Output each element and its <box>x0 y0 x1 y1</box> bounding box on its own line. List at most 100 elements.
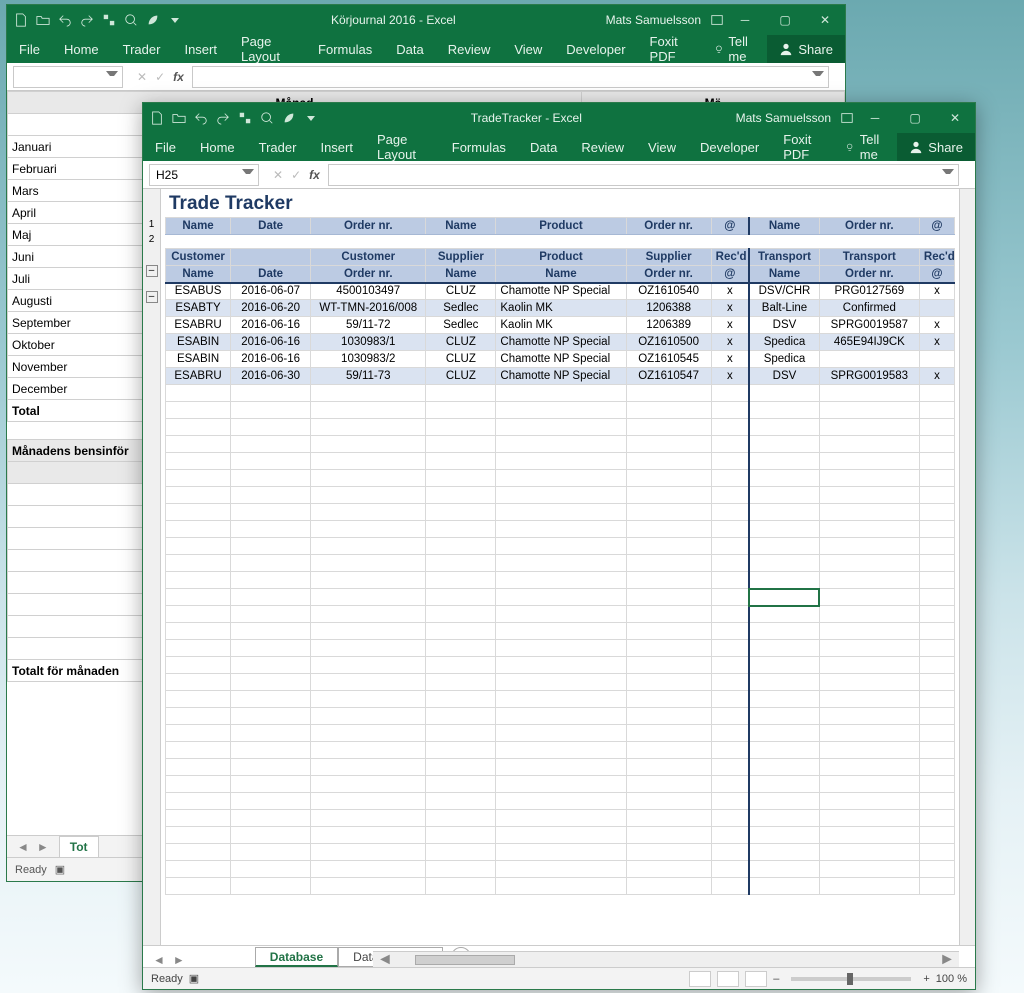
chevron-down-icon[interactable] <box>242 169 254 181</box>
tab-data[interactable]: Data <box>384 35 435 63</box>
view-pagelayout-button[interactable] <box>717 971 739 987</box>
chevron-down-icon[interactable] <box>942 169 954 181</box>
table-cell[interactable]: Confirmed <box>819 300 919 317</box>
table-cell[interactable]: 1206388 <box>626 300 711 317</box>
view-normal-button[interactable] <box>689 971 711 987</box>
tab-developer[interactable]: Developer <box>554 35 637 63</box>
table-cell[interactable]: Kaolin MK <box>496 317 626 334</box>
table-row[interactable]: ESABIN2016-06-161030983/1CLUZChamotte NP… <box>166 334 955 351</box>
table-cell[interactable]: SPRG0019587 <box>819 317 919 334</box>
ribbon-opts-icon[interactable] <box>839 110 855 126</box>
table-cell[interactable]: Chamotte NP Special <box>496 368 626 385</box>
name-box[interactable] <box>13 66 123 88</box>
tab-foxit[interactable]: Foxit PDF <box>771 133 835 161</box>
tab-view[interactable]: View <box>636 133 688 161</box>
maximize-button[interactable]: ▢ <box>765 5 805 35</box>
sheet-tab-tot[interactable]: Tot <box>59 836 99 858</box>
preview-icon[interactable] <box>123 12 139 28</box>
tab-file[interactable]: File <box>143 133 188 161</box>
table-cell[interactable]: Spedica <box>749 334 819 351</box>
table-cell[interactable]: 2016-06-16 <box>231 334 311 351</box>
table-cell[interactable]: x <box>919 368 954 385</box>
new-file-icon[interactable] <box>149 110 165 126</box>
zoom-out-button[interactable]: – <box>773 973 779 985</box>
table-cell[interactable]: CLUZ <box>426 334 496 351</box>
accept-fx-icon[interactable]: ✓ <box>291 168 301 182</box>
pivot-icon[interactable] <box>237 110 253 126</box>
tab-review[interactable]: Review <box>436 35 503 63</box>
tab-home[interactable]: Home <box>52 35 111 63</box>
tellme-search[interactable]: Tell me <box>835 133 897 161</box>
table-row[interactable]: ESABUS2016-06-074500103497CLUZChamotte N… <box>166 283 955 300</box>
leaf-icon[interactable] <box>281 110 297 126</box>
tradetracker-table[interactable]: Name Date Order nr. Name Product Order n… <box>165 217 955 895</box>
table-cell[interactable]: 465E94IJ9CK <box>819 334 919 351</box>
tab-view[interactable]: View <box>502 35 554 63</box>
table-cell[interactable]: Spedica <box>749 351 819 368</box>
table-cell[interactable]: 2016-06-30 <box>231 368 311 385</box>
table-cell[interactable]: Chamotte NP Special <box>496 351 626 368</box>
table-cell[interactable]: CLUZ <box>426 351 496 368</box>
chevron-down-icon[interactable] <box>812 71 824 83</box>
outline-collapse-icon[interactable]: – <box>146 265 158 277</box>
table-cell[interactable] <box>919 300 954 317</box>
name-box[interactable]: H25 <box>149 164 259 186</box>
table-cell[interactable] <box>819 351 919 368</box>
table-cell[interactable]: OZ1610540 <box>626 283 711 300</box>
formula-input[interactable] <box>328 164 959 186</box>
table-row[interactable]: ESABRU2016-06-3059/11-73CLUZChamotte NP … <box>166 368 955 385</box>
qat-dropdown-icon[interactable] <box>303 110 319 126</box>
minimize-button[interactable]: ─ <box>725 5 765 35</box>
sheet-nav-next[interactable]: ► <box>37 840 49 854</box>
ribbon-opts-icon[interactable] <box>709 12 725 28</box>
new-file-icon[interactable] <box>13 12 29 28</box>
table-cell[interactable] <box>919 351 954 368</box>
table-row[interactable]: ESABRU2016-06-1659/11-72SedlecKaolin MK1… <box>166 317 955 334</box>
table-cell[interactable]: Chamotte NP Special <box>496 334 626 351</box>
qat-dropdown-icon[interactable] <box>167 12 183 28</box>
pivot-icon[interactable] <box>101 12 117 28</box>
table-row[interactable]: ESABTY2016-06-20WT-TMN-2016/008SedlecKao… <box>166 300 955 317</box>
share-button[interactable]: Share <box>767 35 845 63</box>
leaf-icon[interactable] <box>145 12 161 28</box>
table-cell[interactable]: 1030983/1 <box>311 334 426 351</box>
table-cell[interactable]: Sedlec <box>426 300 496 317</box>
table-cell[interactable]: Kaolin MK <box>496 300 626 317</box>
vertical-scrollbar[interactable] <box>959 189 975 989</box>
close-button[interactable]: ✕ <box>805 5 845 35</box>
view-pagebreak-button[interactable] <box>745 971 767 987</box>
table-cell[interactable]: 1206389 <box>626 317 711 334</box>
worksheet-front[interactable]: 12 – – Trade Tracker Name Date <box>143 189 975 989</box>
undo-icon[interactable] <box>57 12 73 28</box>
table-cell[interactable]: ESABTY <box>166 300 231 317</box>
table-cell[interactable]: CLUZ <box>426 283 496 300</box>
table-cell[interactable]: x <box>711 368 749 385</box>
table-cell[interactable]: OZ1610545 <box>626 351 711 368</box>
table-cell[interactable]: 1030983/2 <box>311 351 426 368</box>
table-cell[interactable]: ESABRU <box>166 368 231 385</box>
table-cell[interactable]: x <box>711 317 749 334</box>
table-cell[interactable]: CLUZ <box>426 368 496 385</box>
table-cell[interactable]: DSV <box>749 317 819 334</box>
undo-icon[interactable] <box>193 110 209 126</box>
table-cell[interactable]: 59/11-73 <box>311 368 426 385</box>
formula-input[interactable] <box>192 66 829 88</box>
redo-icon[interactable] <box>79 12 95 28</box>
scroll-thumb[interactable] <box>415 955 515 965</box>
zoom-level[interactable]: 100 % <box>936 973 967 985</box>
table-cell[interactable]: x <box>711 300 749 317</box>
table-cell[interactable]: 4500103497 <box>311 283 426 300</box>
table-cell[interactable]: x <box>711 351 749 368</box>
table-cell[interactable]: 2016-06-20 <box>231 300 311 317</box>
fx-icon[interactable]: fx <box>173 70 184 84</box>
open-file-icon[interactable] <box>171 110 187 126</box>
table-cell[interactable]: x <box>711 283 749 300</box>
cancel-fx-icon[interactable]: ✕ <box>137 70 147 84</box>
table-cell[interactable]: ESABUS <box>166 283 231 300</box>
table-cell[interactable]: ESABRU <box>166 317 231 334</box>
table-cell[interactable]: 2016-06-07 <box>231 283 311 300</box>
preview-icon[interactable] <box>259 110 275 126</box>
table-cell[interactable]: x <box>919 317 954 334</box>
open-file-icon[interactable] <box>35 12 51 28</box>
tab-foxit[interactable]: Foxit PDF <box>638 35 704 63</box>
